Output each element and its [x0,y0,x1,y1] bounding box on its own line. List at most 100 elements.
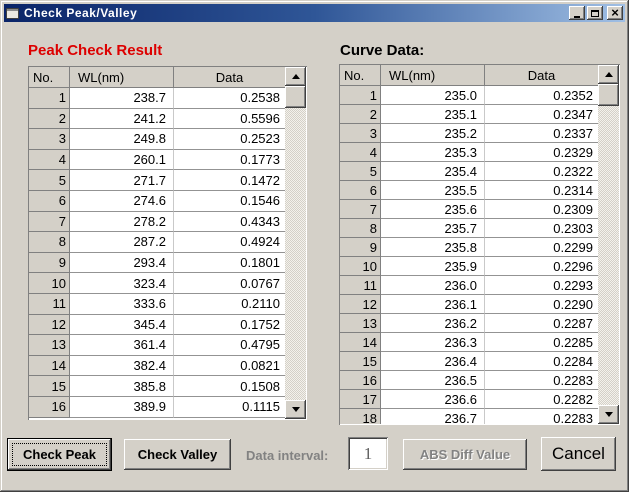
wavelength-cell: 238.7 [70,88,174,109]
table-header: No. WL(nm) Data [29,67,285,88]
scroll-up-icon [292,74,300,79]
data-value-cell: 0.4924 [174,232,285,253]
wavelength-cell: 235.1 [381,105,485,124]
scrollbar-track[interactable] [598,84,619,405]
scroll-up-button[interactable] [285,67,306,86]
data-value-cell: 0.2296 [485,257,598,276]
row-number-cell: 3 [340,124,381,143]
scroll-down-icon [292,407,300,412]
wavelength-cell: 260.1 [70,150,174,171]
wavelength-cell: 236.2 [381,314,485,333]
wavelength-cell: 333.6 [70,294,174,315]
table-row: 10323.40.0767 [29,273,285,294]
column-header-no: No. [340,65,381,86]
curve-data-grid: No. WL(nm) Data 1235.00.23522235.10.2347… [339,64,620,425]
data-value-cell: 0.2523 [174,129,285,150]
wavelength-cell: 278.2 [70,212,174,233]
scroll-thumb[interactable] [285,86,306,108]
table-row: 2235.10.2347 [340,105,598,124]
data-value-cell: 0.2347 [485,105,598,124]
scrollbar-track[interactable] [285,86,306,400]
wavelength-cell: 249.8 [70,129,174,150]
cancel-button[interactable]: Cancel [541,437,616,471]
peak-result-scrollbar[interactable] [285,67,306,419]
table-row: 9235.80.2299 [340,238,598,257]
row-number-cell: 4 [29,150,70,171]
scroll-down-button[interactable] [285,400,306,419]
wavelength-cell: 236.3 [381,333,485,352]
row-number-cell: 5 [29,170,70,191]
wavelength-cell: 293.4 [70,253,174,274]
row-number-cell: 6 [340,181,381,200]
data-value-cell: 0.2314 [485,181,598,200]
close-button[interactable]: × [607,6,623,20]
wavelength-cell: 345.4 [70,315,174,336]
row-number-cell: 13 [340,314,381,333]
scroll-down-button[interactable] [598,405,619,424]
wavelength-cell: 235.2 [381,124,485,143]
wavelength-cell: 235.8 [381,238,485,257]
app-icon [6,8,19,19]
dialog-window: Check Peak/Valley × Peak Check Result Cu… [0,0,629,492]
check-peak-button[interactable]: Check Peak [7,438,112,471]
table-row: 11236.00.2293 [340,276,598,295]
table-row: 5271.70.1472 [29,170,285,191]
data-value-cell: 0.2538 [174,88,285,109]
table-row: 8287.20.4924 [29,232,285,253]
curve-data-scrollbar[interactable] [598,65,619,424]
data-value-cell: 0.2293 [485,276,598,295]
column-header-data: Data [174,67,285,88]
wavelength-cell: 236.4 [381,352,485,371]
data-value-cell: 0.0821 [174,356,285,377]
window-title: Check Peak/Valley [24,6,567,20]
row-number-cell: 12 [29,315,70,336]
wavelength-cell: 236.5 [381,371,485,390]
wavelength-cell: 235.7 [381,219,485,238]
wavelength-cell: 235.0 [381,86,485,105]
minimize-icon [574,16,580,18]
row-number-cell: 7 [340,200,381,219]
scroll-thumb[interactable] [598,84,619,106]
wavelength-cell: 389.9 [70,397,174,418]
table-row: 14236.30.2285 [340,333,598,352]
data-value-cell: 0.1801 [174,253,285,274]
table-header: No. WL(nm) Data [340,65,598,86]
table-row: 13361.40.4795 [29,335,285,356]
scroll-up-icon [605,72,613,77]
row-number-cell: 9 [29,253,70,274]
row-number-cell: 7 [29,212,70,233]
row-number-cell: 12 [340,295,381,314]
wavelength-cell: 287.2 [70,232,174,253]
row-number-cell: 8 [29,232,70,253]
wavelength-cell: 271.7 [70,170,174,191]
data-interval-input[interactable] [348,437,388,470]
data-value-cell: 0.1752 [174,315,285,336]
wavelength-cell: 235.4 [381,162,485,181]
column-header-no: No. [29,67,70,88]
table-row: 8235.70.2303 [340,219,598,238]
row-number-cell: 1 [340,86,381,105]
scroll-up-button[interactable] [598,65,619,84]
data-value-cell: 0.2285 [485,333,598,352]
table-row: 15236.40.2284 [340,352,598,371]
data-value-cell: 0.4795 [174,335,285,356]
row-number-cell: 3 [29,129,70,150]
table-row: 12345.40.1752 [29,315,285,336]
table-row: 2241.20.5596 [29,109,285,130]
column-header-data: Data [485,65,598,86]
wavelength-cell: 235.3 [381,143,485,162]
row-number-cell: 16 [340,371,381,390]
minimize-button[interactable] [569,6,585,20]
table-row: 7235.60.2309 [340,200,598,219]
table-row: 5235.40.2322 [340,162,598,181]
wavelength-cell: 361.4 [70,335,174,356]
data-value-cell: 0.2287 [485,314,598,333]
column-header-wl: WL(nm) [381,65,485,86]
abs-diff-value-button: ABS Diff Value [403,439,527,470]
maximize-button[interactable] [587,6,603,20]
wavelength-cell: 235.5 [381,181,485,200]
row-number-cell: 11 [340,276,381,295]
table-row: 16236.50.2283 [340,371,598,390]
row-number-cell: 11 [29,294,70,315]
check-valley-button[interactable]: Check Valley [124,439,231,470]
